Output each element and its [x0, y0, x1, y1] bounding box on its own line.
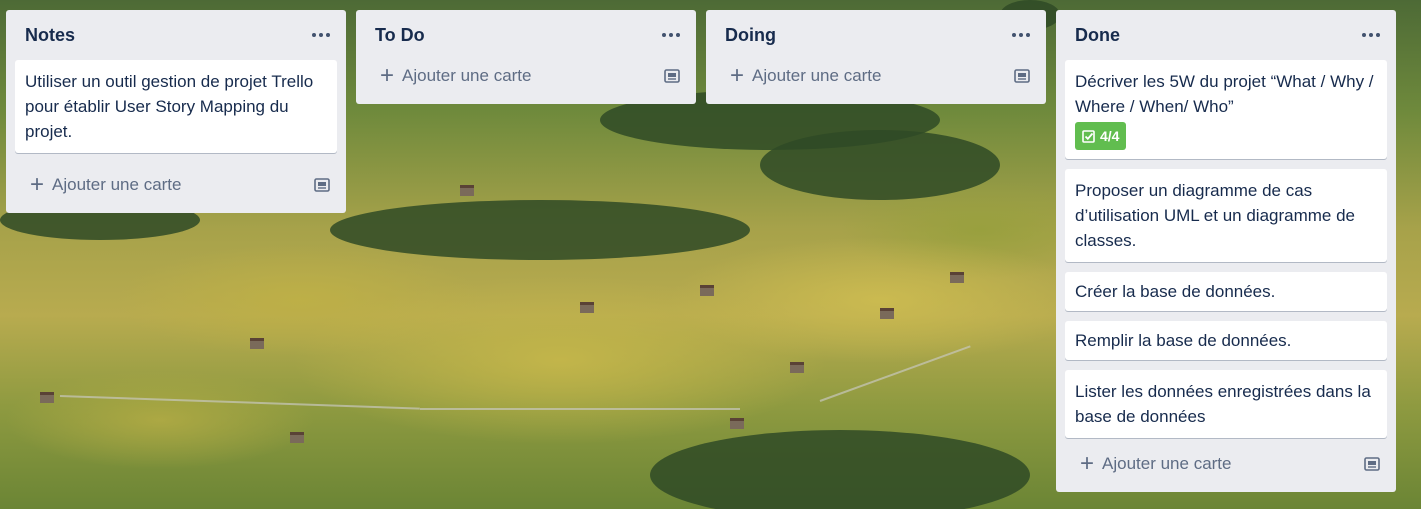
board: Notes Utiliser un outil gestion de proje… [6, 10, 1406, 492]
plus-icon: + [30, 171, 45, 198]
list-to-do: To Do + Ajouter une carte [356, 10, 696, 104]
card-title: Utiliser un outil gestion de projet Trel… [25, 72, 314, 141]
plus-icon: + [730, 62, 745, 89]
plus-icon: + [380, 62, 395, 89]
add-card-button[interactable]: + Ajouter une carte [730, 64, 881, 88]
list-title[interactable]: Done [1075, 25, 1120, 46]
add-card-label: Ajouter une carte [52, 175, 182, 194]
list-footer: + Ajouter une carte [1056, 442, 1396, 486]
list-footer: + Ajouter une carte [356, 54, 696, 98]
card-template-icon[interactable] [1014, 69, 1030, 83]
card-title: Remplir la base de données. [1075, 331, 1292, 350]
checklist-badge: 4/4 [1075, 122, 1127, 150]
add-card-button[interactable]: + Ajouter une carte [30, 173, 181, 197]
card-title: Créer la base de données. [1075, 282, 1276, 301]
card[interactable]: Créer la base de données. [1065, 272, 1387, 311]
list-header: Doing [706, 10, 1046, 60]
more-horizontal-icon[interactable] [660, 24, 682, 46]
card-template-icon[interactable] [314, 178, 330, 192]
card[interactable]: Remplir la base de données. [1065, 321, 1387, 360]
add-card-label: Ajouter une carte [402, 66, 532, 85]
card-title: Décriver les 5W du projet “What / Why / … [1075, 72, 1374, 116]
card-title: Proposer un diagramme de cas d’utilisati… [1075, 181, 1356, 250]
checklist-count: 4/4 [1100, 127, 1120, 144]
checklist-icon [1082, 129, 1095, 143]
list-notes: Notes Utiliser un outil gestion de proje… [6, 10, 346, 213]
card-list: Décriver les 5W du projet “What / Why / … [1056, 60, 1396, 438]
add-card-label: Ajouter une carte [1102, 454, 1232, 473]
card-template-icon[interactable] [664, 69, 680, 83]
card[interactable]: Utiliser un outil gestion de projet Trel… [15, 60, 337, 153]
list-footer: + Ajouter une carte [6, 163, 346, 207]
card-title: Lister les données enregistrées dans la … [1075, 382, 1371, 426]
add-card-button[interactable]: + Ajouter une carte [380, 64, 531, 88]
more-horizontal-icon[interactable] [1360, 24, 1382, 46]
more-horizontal-icon[interactable] [1010, 24, 1032, 46]
more-horizontal-icon[interactable] [310, 24, 332, 46]
add-card-button[interactable]: + Ajouter une carte [1080, 452, 1231, 476]
list-footer: + Ajouter une carte [706, 54, 1046, 98]
list-title[interactable]: Doing [725, 25, 776, 46]
list-header: To Do [356, 10, 696, 60]
list-header: Notes [6, 10, 346, 60]
card[interactable]: Décriver les 5W du projet “What / Why / … [1065, 60, 1387, 159]
list-doing: Doing + Ajouter une carte [706, 10, 1046, 104]
card-template-icon[interactable] [1364, 457, 1380, 471]
list-header: Done [1056, 10, 1396, 60]
list-title[interactable]: Notes [25, 25, 75, 46]
list-title[interactable]: To Do [375, 25, 425, 46]
add-card-label: Ajouter une carte [752, 66, 882, 85]
list-done: Done Décriver les 5W du projet “What / W… [1056, 10, 1396, 492]
card[interactable]: Lister les données enregistrées dans la … [1065, 370, 1387, 438]
plus-icon: + [1080, 450, 1095, 477]
card-list: Utiliser un outil gestion de projet Trel… [6, 60, 346, 153]
card[interactable]: Proposer un diagramme de cas d’utilisati… [1065, 169, 1387, 262]
